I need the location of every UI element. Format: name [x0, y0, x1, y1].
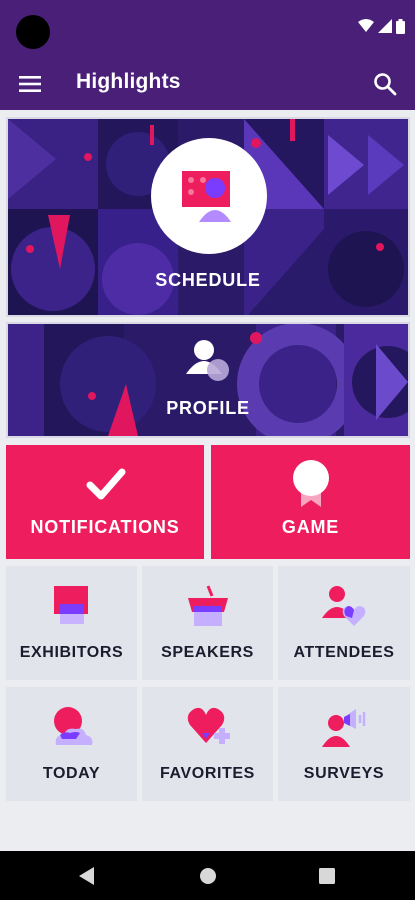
status-bar — [0, 0, 415, 58]
schedule-icon — [182, 171, 231, 222]
battery-icon — [396, 18, 405, 34]
speakers-icon — [187, 585, 228, 626]
recents-icon — [319, 868, 335, 884]
surveys-icon — [322, 709, 366, 747]
schedule-icon-circle — [151, 138, 267, 254]
favorites-icon — [187, 707, 230, 744]
back-button[interactable] — [74, 863, 100, 889]
schedule-label: SCHEDULE — [155, 270, 261, 290]
signal-icon — [378, 19, 392, 33]
today-label: TODAY — [42, 765, 101, 782]
app-bar: Highlights — [0, 58, 415, 110]
wifi-icon — [358, 19, 374, 32]
speakers-label: SPEAKERS — [161, 644, 254, 661]
system-nav-bar — [0, 851, 415, 900]
home-icon — [200, 868, 216, 884]
search-icon — [374, 73, 397, 96]
surveys-label: SURVEYS — [303, 765, 385, 782]
favorites-tile[interactable]: FAVORITES — [142, 687, 273, 801]
attendees-label: ATTENDEES — [293, 644, 395, 661]
camera-cutout — [16, 15, 50, 49]
menu-button[interactable] — [10, 66, 50, 102]
attendees-tile[interactable]: ATTENDEES — [278, 566, 410, 680]
today-tile[interactable]: TODAY — [6, 687, 137, 801]
schedule-tile[interactable]: SCHEDULE — [6, 117, 410, 317]
profile-label: PROFILE — [166, 398, 250, 418]
today-icon — [53, 707, 92, 745]
exhibitors-icon — [53, 586, 88, 624]
search-button[interactable] — [365, 66, 405, 102]
profile-icon — [186, 340, 229, 381]
recents-button[interactable] — [314, 863, 340, 889]
favorites-label: FAVORITES — [160, 765, 255, 782]
back-icon — [79, 867, 94, 885]
game-tile[interactable]: GAME — [211, 445, 410, 559]
surveys-tile[interactable]: SURVEYS — [278, 687, 410, 801]
notifications-label: NOTIFICATIONS — [30, 517, 180, 537]
speakers-tile[interactable]: SPEAKERS — [142, 566, 273, 680]
home-button[interactable] — [195, 863, 221, 889]
exhibitors-tile[interactable]: EXHIBITORS — [6, 566, 137, 680]
notifications-tile[interactable]: NOTIFICATIONS — [6, 445, 204, 559]
page-title: Highlights — [76, 70, 181, 93]
game-label: GAME — [281, 517, 340, 537]
profile-tile[interactable]: PROFILE — [6, 322, 410, 438]
status-icons — [358, 18, 405, 34]
checkmark-icon — [86, 468, 126, 500]
exhibitors-label: EXHIBITORS — [19, 644, 124, 661]
hamburger-menu-icon — [19, 76, 41, 92]
medal-icon — [293, 460, 329, 507]
attendees-icon — [322, 586, 366, 626]
